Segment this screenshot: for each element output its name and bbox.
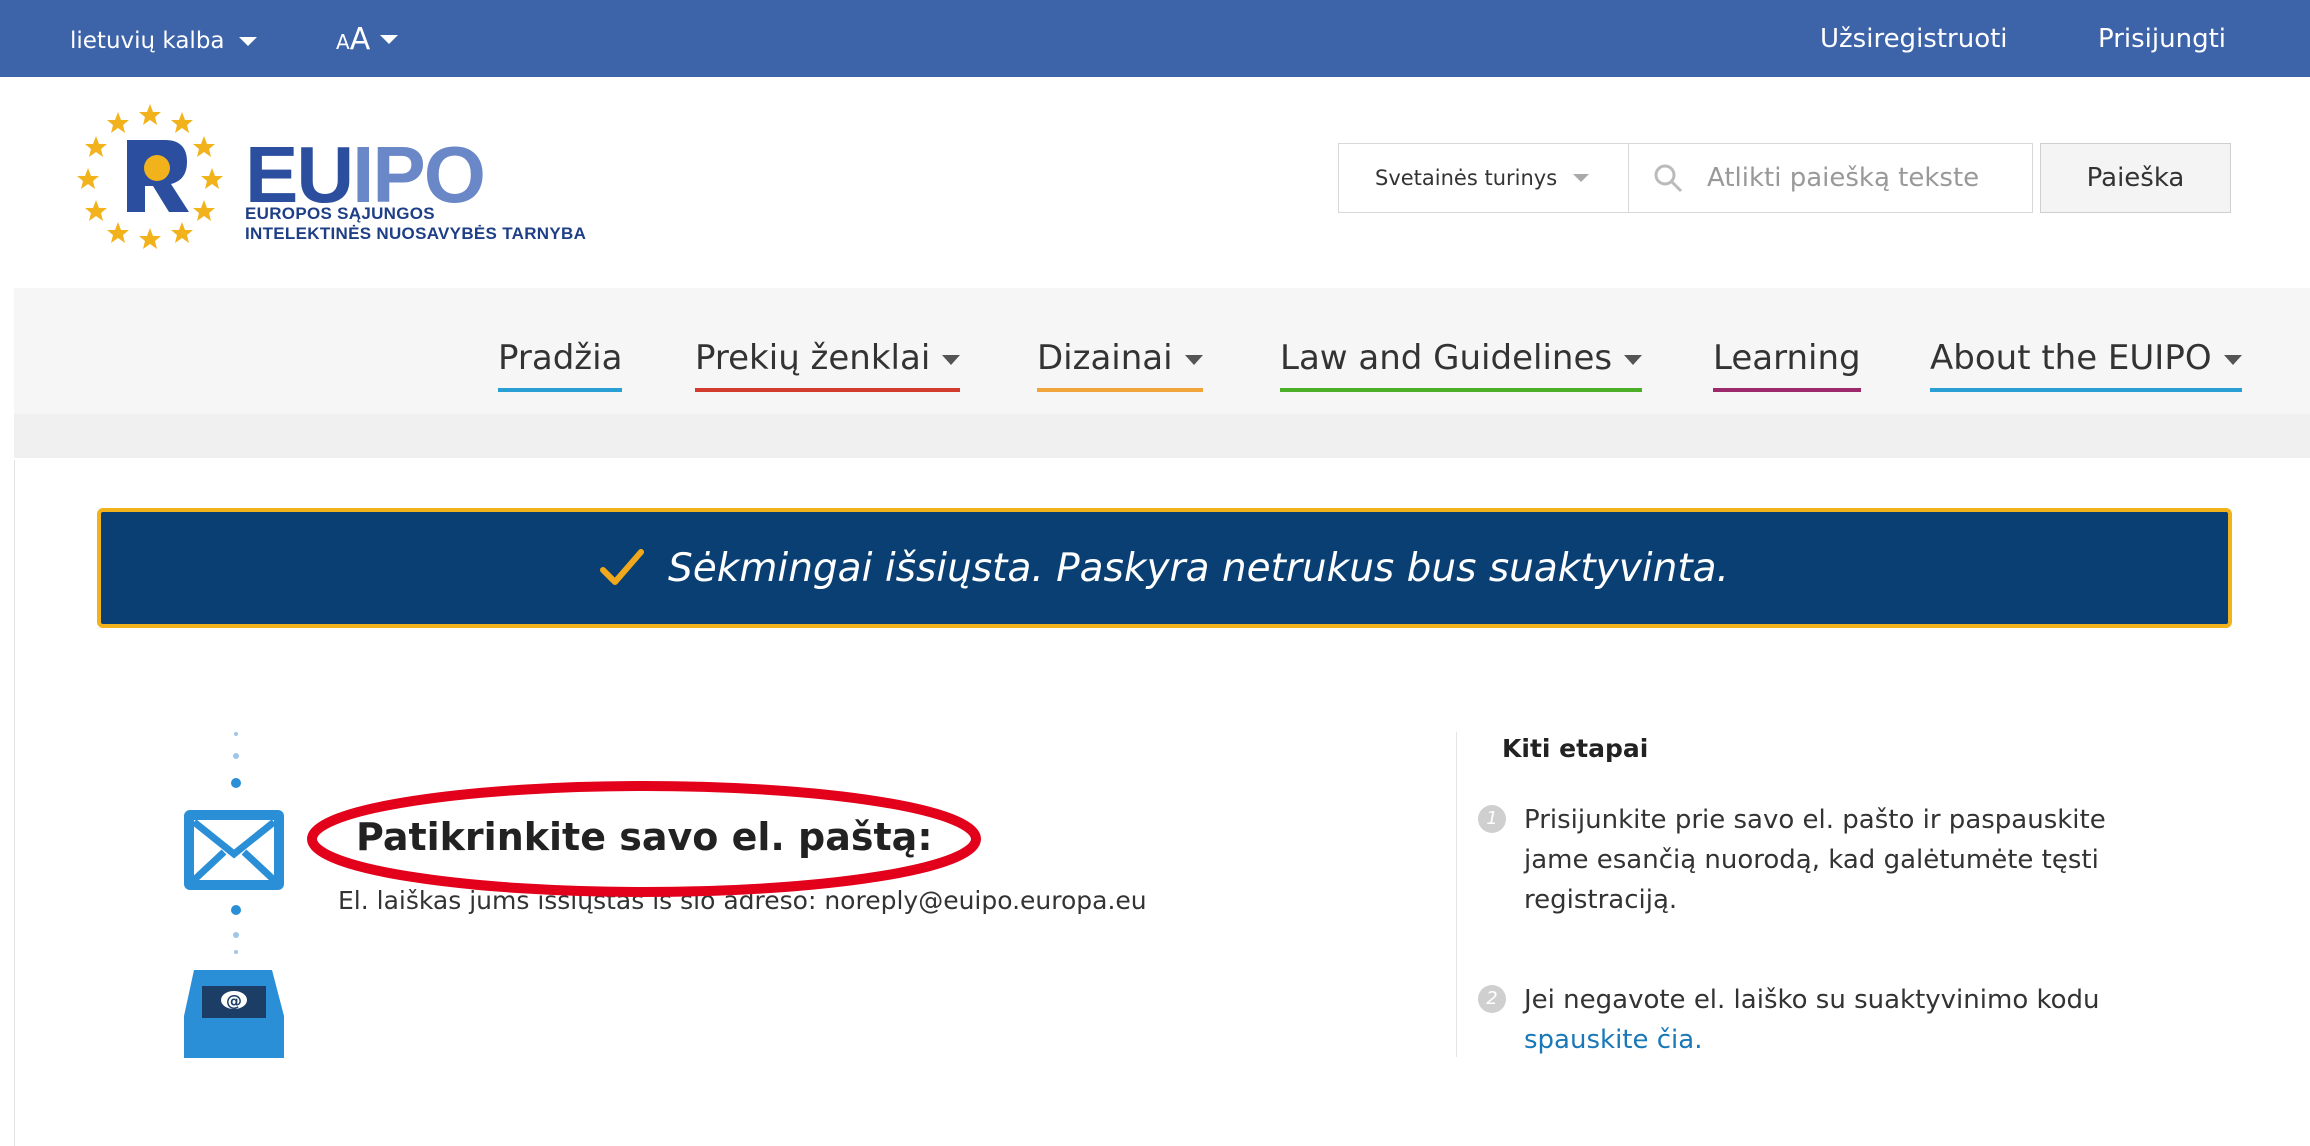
nav-underline — [1930, 388, 2242, 392]
nav-underline — [1713, 388, 1861, 392]
logo-wordmark: EUIPO — [245, 130, 486, 219]
chevron-down-icon — [1624, 354, 1643, 365]
language-label: lietuvių kalba — [70, 28, 225, 54]
chevron-down-icon — [1573, 174, 1590, 182]
sidebar-divider — [1456, 732, 1457, 1057]
resend-link[interactable]: spauskite čia. — [1524, 1020, 2100, 1060]
search-scope-label: Svetainės turinys — [1375, 166, 1558, 190]
chevron-down-icon — [2223, 354, 2242, 365]
email-sent-illustration-icon: @ — [184, 732, 284, 1058]
nav-item-designs[interactable]: Dizainai — [1037, 338, 1203, 392]
euipo-logo[interactable]: EUIPO EUROPOS SĄJUNGOS INTELEKTINĖS NUOS… — [75, 100, 675, 270]
search-icon — [1654, 164, 1683, 193]
success-message: Sėkmingai išsiųsta. Paskyra netrukus bus… — [668, 545, 1729, 591]
nav-shadow-strip — [14, 414, 2310, 458]
font-size-selector[interactable]: AA — [336, 22, 399, 57]
eu-stars-emblem-icon — [77, 104, 223, 249]
logo-subtitle: EUROPOS SĄJUNGOS INTELEKTINĖS NUOSAVYBĖS… — [245, 204, 587, 243]
nav-underline — [1037, 388, 1203, 392]
check-email-title: Patikrinkite savo el. paštą: — [356, 815, 933, 859]
font-size-label: AA — [336, 22, 371, 57]
next-steps-title: Kiti etapai — [1502, 734, 1649, 763]
check-email-text: El. laiškas jums išsiųstas iš šio adreso… — [338, 886, 1147, 915]
step-number-badge: 2 — [1478, 985, 1506, 1013]
nav-underline — [1280, 388, 1643, 392]
step-number-badge: 1 — [1478, 805, 1506, 833]
success-banner: Sėkmingai išsiųsta. Paskyra netrukus bus… — [97, 508, 2232, 628]
next-step-2: 2 Jei negavote el. laiško su suaktyvinim… — [1478, 980, 2100, 1060]
search-placeholder: Atlikti paiešką tekste — [1707, 163, 1980, 193]
top-bar: lietuvių kalba AA Užsiregistruoti Prisij… — [0, 0, 2310, 77]
search-button[interactable]: Paieška — [2040, 143, 2231, 213]
nav-item-law-and-guidelines[interactable]: Law and Guidelines — [1280, 338, 1643, 392]
checkmark-icon — [600, 549, 645, 585]
nav-item-trademarks[interactable]: Prekių ženklai — [695, 338, 961, 392]
register-link[interactable]: Užsiregistruoti — [1820, 24, 2008, 54]
chevron-down-icon — [380, 35, 399, 44]
chevron-down-icon — [942, 354, 961, 365]
chevron-down-icon — [238, 36, 257, 46]
search-input[interactable]: Atlikti paiešką tekste — [1628, 143, 2033, 213]
language-selector[interactable]: lietuvių kalba — [70, 28, 257, 54]
login-link[interactable]: Prisijungti — [2098, 24, 2226, 54]
svg-text:@: @ — [226, 991, 242, 1010]
nav-item-learning[interactable]: Learning — [1713, 338, 1861, 392]
search-scope-select[interactable]: Svetainės turinys — [1338, 143, 1628, 213]
step-text: Prisijunkite prie savo el. pašto ir pasp… — [1524, 805, 2106, 915]
next-step-1: 1 Prisijunkite prie savo el. pašto ir pa… — [1478, 800, 2106, 920]
step-text: Jei negavote el. laiško su suaktyvinimo … — [1524, 980, 2100, 1060]
main-navigation: Pradžia Prekių ženklai Dizainai Law and … — [14, 288, 2310, 458]
nav-underline — [695, 388, 961, 392]
nav-item-home[interactable]: Pradžia — [498, 338, 623, 392]
nav-item-about[interactable]: About the EUIPO — [1930, 338, 2242, 392]
nav-underline — [498, 388, 623, 392]
chevron-down-icon — [1184, 354, 1203, 365]
